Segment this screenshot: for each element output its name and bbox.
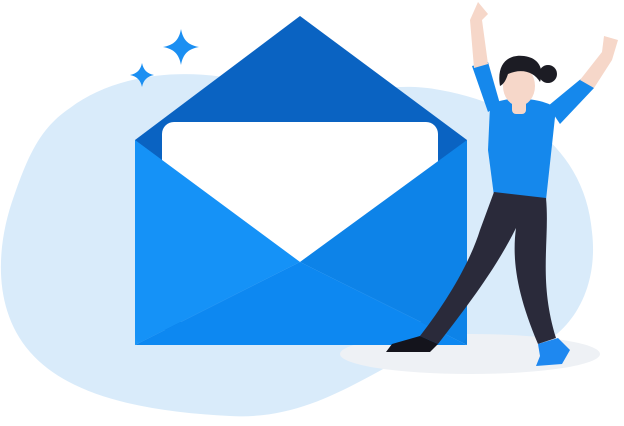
- person-hand-right: [580, 36, 618, 88]
- person-hand-left: [470, 2, 488, 68]
- illustration-svg: [0, 2, 618, 417]
- illustration: [0, 0, 624, 426]
- sparkle-icon: [163, 29, 199, 65]
- envelope-icon: [135, 16, 467, 345]
- person-ponytail: [539, 65, 557, 83]
